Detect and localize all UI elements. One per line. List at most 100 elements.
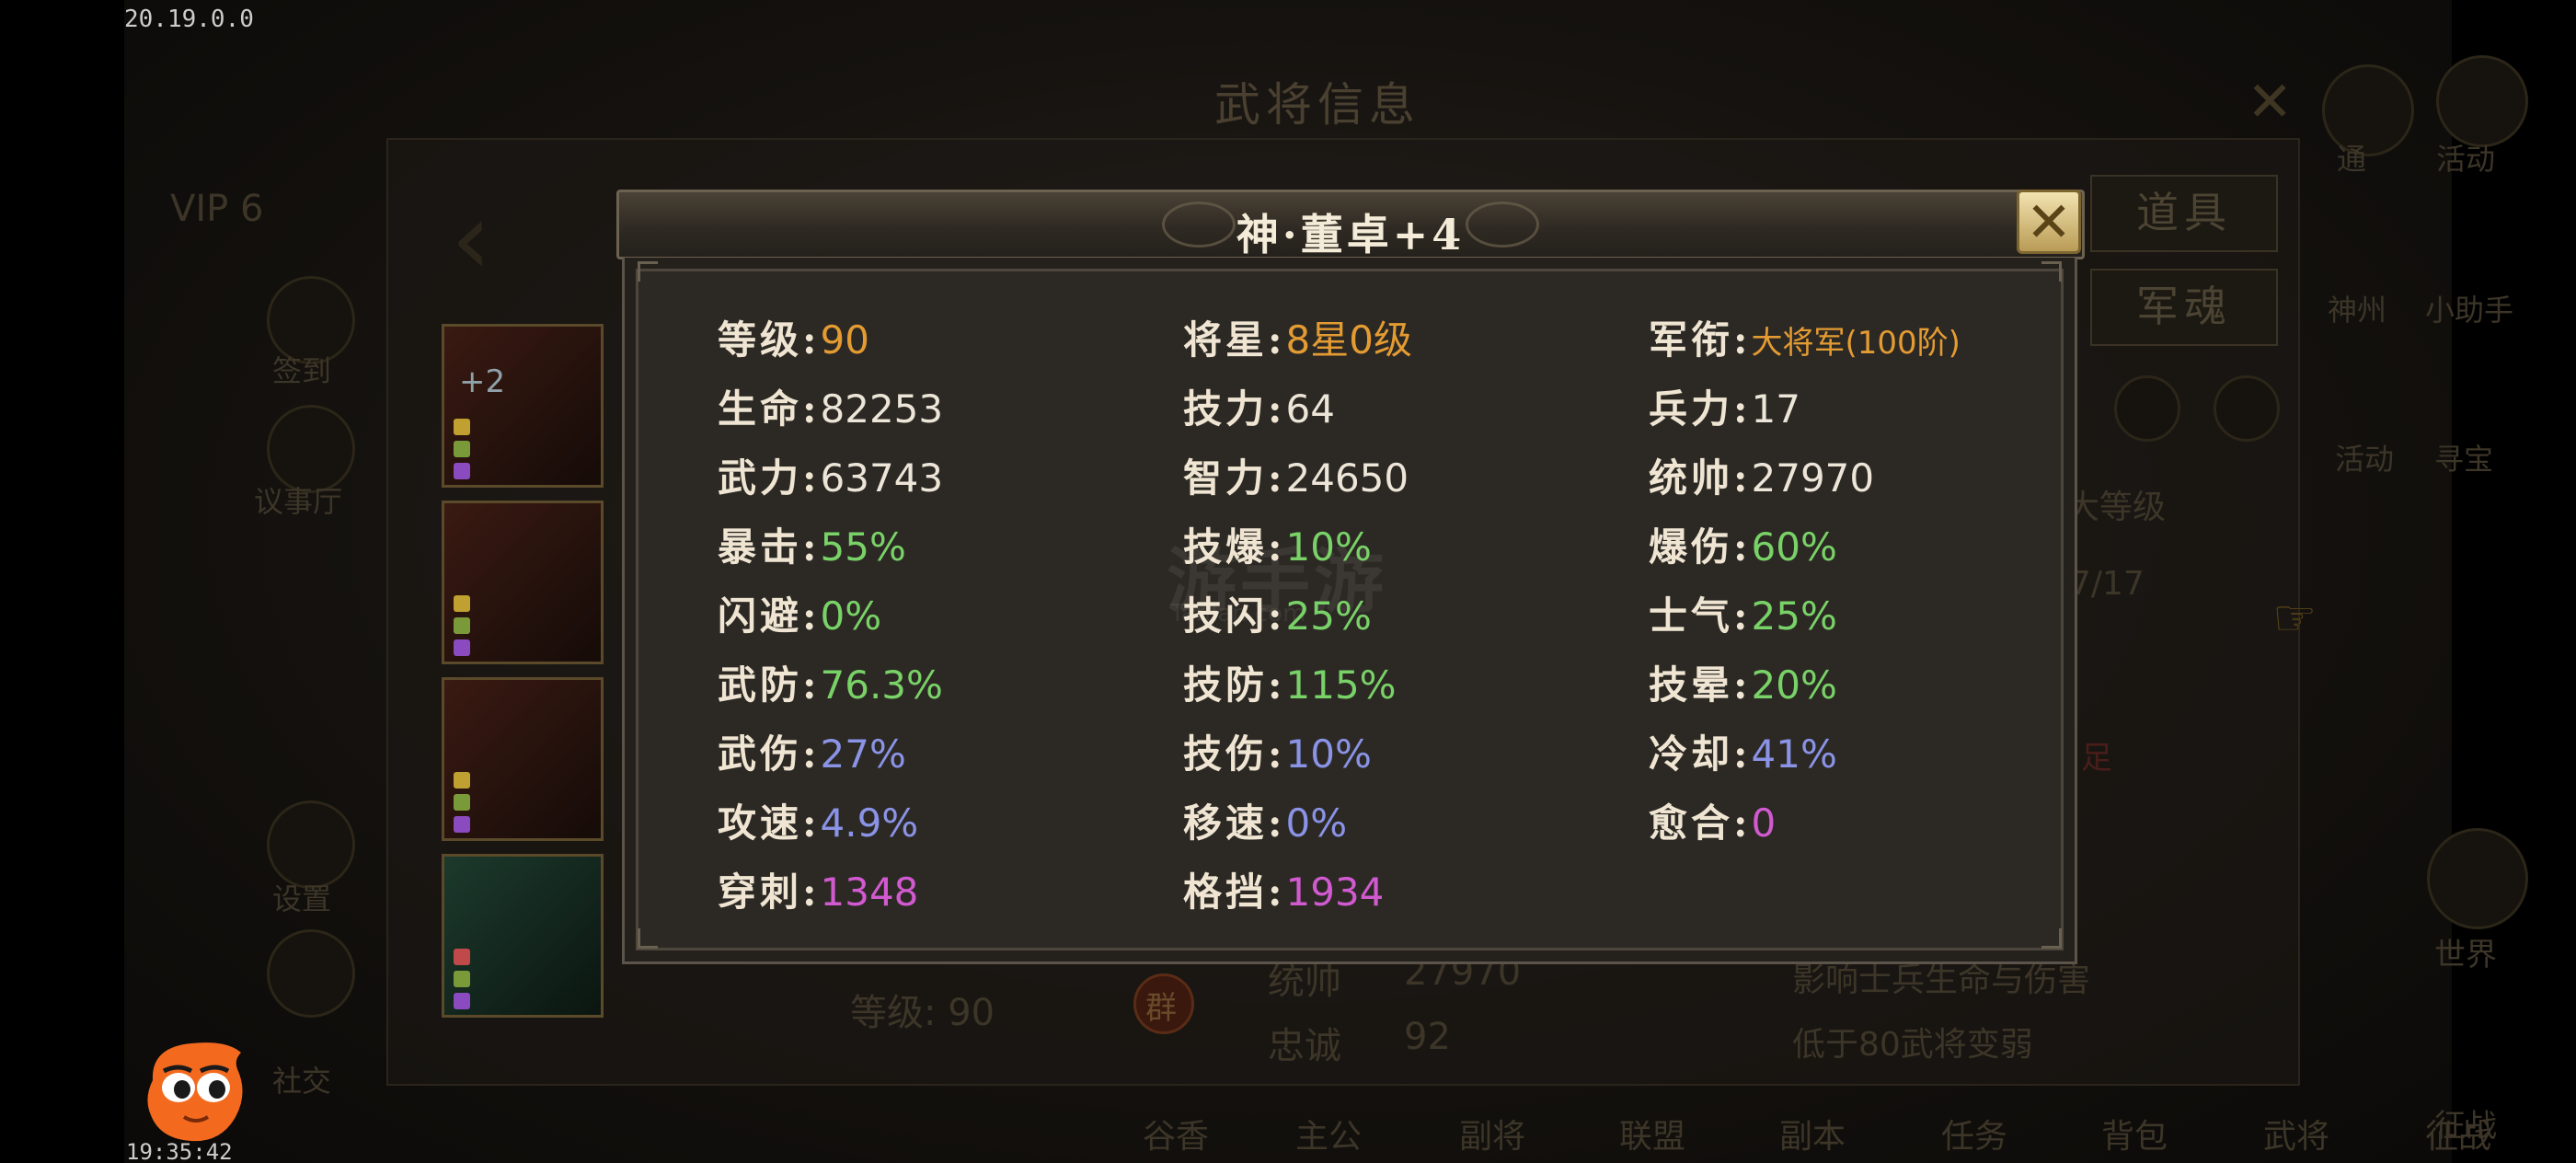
background-close-icon[interactable]: ✕ [2247,70,2293,134]
gem-icon [454,971,470,987]
stat-label: 武伤: [718,731,821,777]
equipment-slot-2[interactable] [442,501,604,664]
stat-value: 41% [1751,731,1837,777]
stat-value: 17 [1751,386,1800,432]
stat-label: 暴击: [718,524,821,570]
stat-value: 115% [1285,662,1397,708]
gem-icon [454,419,470,435]
bottom-menu-item[interactable]: 征战 [2425,1110,2491,1157]
stat-entry: 技闪:25% [1183,585,1372,641]
stat-value: 大将军(100阶) [1751,325,1961,362]
bottom-menu-item[interactable]: 背包 [2101,1110,2168,1157]
gem-icon [454,441,470,457]
stat-label: 军衔: [1649,317,1752,363]
stat-entry: 技伤:10% [1183,723,1372,779]
stat-entry: 兵力:17 [1649,378,1800,434]
back-arrow-icon[interactable]: ‹ [451,179,491,297]
stat-entry: 智力:24650 [1183,447,1409,503]
gem-icon [454,595,470,612]
stat-label: 技防: [1183,662,1286,708]
stat-label: 兵力: [1649,386,1752,432]
events-icon[interactable] [2436,55,2528,147]
frame-corner [2041,928,2062,949]
stat-entry: 冷却:41% [1649,723,1837,779]
stat-entry: 技防:115% [1183,654,1397,710]
ratio-label: 7/17 [2070,565,2145,603]
right-label: 活动 [2335,442,2395,477]
tab-army-soul[interactable]: 军魂 [2090,269,2278,346]
stat-value: 0% [1285,800,1348,846]
stat-value: 4.9% [820,800,919,846]
note-label: 低于80武将变弱 [1792,1026,2033,1064]
frame-corner [2041,261,2062,282]
right-label: 活动 [2436,142,2496,177]
stat-entry: 格挡:1934 [1183,861,1384,917]
stat-value: 24650 [1285,455,1409,501]
stat-label: 技晕: [1649,662,1752,708]
stat-value: 64 [1285,386,1335,432]
stat-label: 武防: [718,662,821,708]
stat-label: 生命: [718,386,821,432]
stat-entry: 生命:82253 [718,378,943,434]
stat-value: 25% [1285,593,1372,639]
stat-entry: 闪避:0% [718,585,881,641]
bottom-menu-item[interactable]: 武将 [2263,1110,2329,1157]
right-label: 小助手 [2425,293,2514,328]
social-label: 社交 [272,1064,332,1099]
stat-label: 技闪: [1183,593,1286,639]
stat-label: 士气: [1649,593,1752,639]
bottom-menu-item[interactable]: 主公 [1295,1110,1362,1157]
stat-label: 冷却: [1649,731,1752,777]
stat-entry: 统帅:27970 [1649,447,1874,503]
stat-label: 愈合: [1649,800,1752,846]
gem-icon [454,639,470,656]
stat-value: 82253 [820,386,944,432]
stat-entry: 军衔:大将军(100阶) [1649,309,1961,365]
stat-value: 27% [820,731,906,777]
equipment-slot-1[interactable]: +2 [442,324,604,488]
equipment-slot-4[interactable] [442,854,604,1018]
settings-label: 设置 [272,881,332,916]
tab-items[interactable]: 道具 [2090,175,2278,252]
stat-entry: 移速:0% [1183,792,1347,848]
level-info-label: 大等级 [2066,489,2167,526]
stat-label: 格挡: [1183,869,1286,915]
bottom-menu-item[interactable]: 副本 [1779,1110,1846,1157]
activity-icon[interactable] [2322,64,2414,156]
stat-label: 等级: [718,317,821,363]
equipment-slot-3[interactable] [442,677,604,841]
bottom-menu-item[interactable]: 谷香 [1143,1110,1209,1157]
stat-value: 90 [820,317,869,363]
social-icon[interactable] [267,929,355,1018]
stat-label: 技伤: [1183,731,1286,777]
assistant-mascot-icon[interactable] [138,1032,252,1146]
stat-value: 8星0级 [1285,317,1412,363]
close-icon: ✕ [2025,190,2073,255]
stat-entry: 穿刺:1348 [718,861,918,917]
stat-entry: 技爆:10% [1183,516,1372,572]
hero-level-label: 等级: 90 [850,992,995,1034]
world-icon[interactable] [2427,828,2528,929]
gem-icon [454,949,470,965]
stat-label: 将星: [1183,317,1286,363]
stat-entry: 等级:90 [718,309,869,365]
stat-value: 60% [1751,524,1837,570]
popup-header: 神·董卓+4 [616,190,2085,259]
bottom-menu-item[interactable]: 副将 [1459,1110,1525,1157]
stat-value: 10% [1285,731,1372,777]
gem-icon [454,463,470,479]
close-button[interactable]: ✕ [2017,190,2081,254]
stat-label: 爆伤: [1649,524,1752,570]
stat-label: 智力: [1183,455,1286,501]
stat-entry: 攻速:4.9% [718,792,918,848]
refresh-icon[interactable] [2114,375,2180,442]
gem-icon [454,794,470,811]
bottom-menu-item[interactable]: 联盟 [1619,1110,1685,1157]
right-label: 寻宝 [2434,442,2494,477]
bottom-menu-item[interactable]: 任务 [1941,1110,2007,1157]
right-label: 世界 [2434,937,2497,973]
warning-label: 足 [2081,740,2112,777]
stat-value: 10% [1285,524,1372,570]
info-icon[interactable] [2214,375,2280,442]
stat-label: 穿刺: [718,869,821,915]
